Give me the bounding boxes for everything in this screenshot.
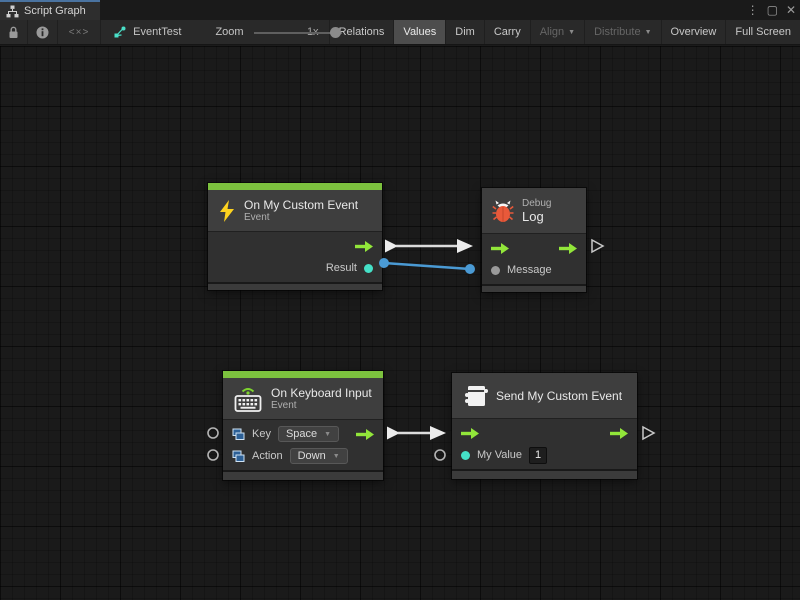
lock-button[interactable] (0, 20, 28, 44)
align-dropdown-button[interactable]: Align ▼ (531, 20, 585, 44)
inspect-button[interactable] (28, 20, 58, 44)
code-icon: <×> (69, 27, 90, 38)
chevron-down-icon: ▼ (568, 29, 575, 36)
node-on-keyboard-input[interactable]: On Keyboard Input Event Key Space ▼ (223, 371, 383, 480)
tab-title: Script Graph (24, 5, 86, 17)
control-output-port[interactable] (356, 429, 374, 440)
enum-type-icon (232, 428, 245, 441)
unconnected-port-my-value[interactable] (435, 450, 445, 460)
window-menu-icon[interactable]: ⋮ (747, 0, 759, 20)
bug-icon (492, 199, 514, 223)
action-dropdown[interactable]: Down ▼ (290, 448, 348, 464)
control-input-port[interactable] (491, 243, 509, 254)
overview-button[interactable]: Overview (662, 20, 727, 44)
port-label-message: Message (507, 264, 552, 276)
chevron-down-icon: ▼ (333, 453, 340, 460)
event-strip (208, 183, 382, 190)
window-maximize-icon[interactable]: ▢ (767, 0, 778, 20)
chevron-down-icon: ▼ (645, 29, 652, 36)
info-icon (36, 26, 49, 39)
node-title: Log (522, 210, 551, 224)
node-footer (482, 284, 586, 292)
graph-breadcrumb[interactable]: EventTest (107, 20, 187, 44)
value-output-port[interactable] (364, 264, 373, 273)
port-label-result: Result (326, 262, 357, 274)
csharp-preview-button[interactable]: <×> (58, 20, 101, 44)
graph-toolbar: <×> EventTest Zoom 1x Relations Values D… (0, 20, 800, 45)
my-value-input[interactable]: 1 (529, 447, 547, 464)
node-title: On My Custom Event (244, 198, 358, 212)
zoom-slider[interactable] (254, 20, 297, 45)
unconnected-port-action[interactable] (208, 450, 218, 460)
event-strip (223, 371, 383, 378)
node-on-my-custom-event[interactable]: On My Custom Event Event Result (208, 183, 382, 290)
graph-name: EventTest (133, 26, 181, 38)
node-footer (223, 470, 383, 480)
value-input-port[interactable] (461, 451, 470, 460)
tab-script-graph[interactable]: Script Graph (0, 0, 100, 20)
control-output-port[interactable] (355, 241, 373, 252)
key-dropdown[interactable]: Space ▼ (278, 426, 339, 442)
wire-layer (0, 46, 800, 600)
control-wire-keyboard-to-send[interactable] (387, 426, 446, 440)
control-wire-custom-event-to-log[interactable] (385, 239, 473, 253)
values-button[interactable]: Values (394, 20, 446, 44)
unconnected-flow-debug-log[interactable] (592, 240, 603, 252)
node-footer (452, 469, 637, 479)
port-label-key: Key (252, 428, 271, 440)
window-close-icon[interactable]: ✕ (786, 0, 796, 20)
value-wire-result-to-message[interactable] (379, 258, 475, 274)
graph-hierarchy-icon (6, 5, 19, 18)
control-output-port[interactable] (610, 428, 628, 439)
dim-button[interactable]: Dim (446, 20, 485, 44)
zoom-slider-handle[interactable] (330, 27, 341, 38)
node-title: Send My Custom Event (496, 389, 622, 403)
zoom-label: Zoom (209, 20, 249, 44)
unconnected-port-key[interactable] (208, 428, 218, 438)
title-bar: Script Graph ⋮ ▢ ✕ (0, 0, 800, 20)
keyboard-icon (233, 384, 263, 414)
control-input-port[interactable] (461, 428, 479, 439)
port-label-action: Action (252, 450, 283, 462)
script-graph-window: Script Graph ⋮ ▢ ✕ <×> (0, 0, 800, 600)
node-subtitle: Event (244, 212, 358, 224)
graph-canvas[interactable]: On My Custom Event Event Result (0, 46, 800, 600)
unit-icon (462, 382, 488, 410)
node-send-my-custom-event[interactable]: Send My Custom Event M (452, 373, 637, 479)
chevron-down-icon: ▼ (324, 431, 331, 438)
control-output-port[interactable] (559, 243, 577, 254)
unconnected-flow-send-event[interactable] (643, 427, 654, 439)
port-label-my-value: My Value (477, 449, 522, 461)
fullscreen-button[interactable]: Full Screen (726, 20, 800, 44)
carry-button[interactable]: Carry (485, 20, 531, 44)
zoom-slider-track (254, 32, 342, 34)
lock-icon (8, 26, 19, 39)
node-footer (208, 282, 382, 290)
node-debug-log[interactable]: Debug Log Me (482, 188, 586, 292)
graph-asset-icon (113, 25, 127, 39)
distribute-dropdown-button[interactable]: Distribute ▼ (585, 20, 661, 44)
node-title: On Keyboard Input (271, 386, 372, 400)
value-input-port[interactable] (491, 266, 500, 275)
node-subtitle: Event (271, 400, 372, 412)
lightning-icon (218, 200, 236, 222)
enum-type-icon (232, 450, 245, 463)
node-title-category: Debug (522, 198, 551, 210)
